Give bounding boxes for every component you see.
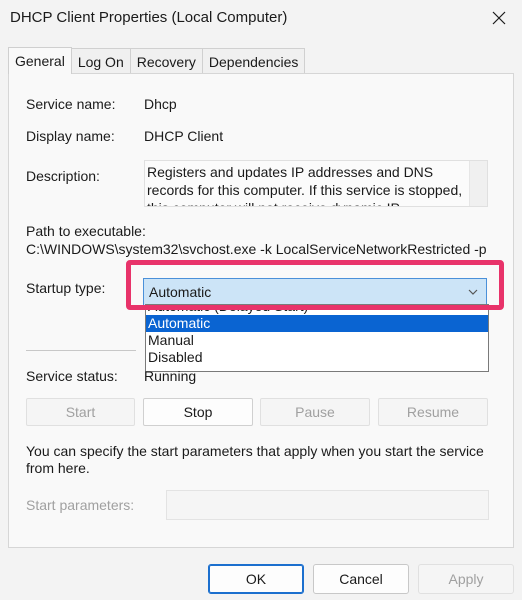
highlight-box [126,260,504,310]
resume-button[interactable]: Resume [378,398,488,426]
description-label: Description: [26,168,100,184]
display-name-label: Display name: [26,128,115,144]
display-name-value: DHCP Client [144,128,224,144]
apply-button[interactable]: Apply [418,564,514,594]
stop-button[interactable]: Stop [143,398,253,426]
service-name-label: Service name: [26,96,116,112]
option-disabled[interactable]: Disabled [146,349,488,366]
tab-recovery[interactable]: Recovery [129,48,203,74]
start-params-input[interactable] [166,490,489,520]
service-status-value: Running [144,368,197,384]
service-name-value: Dhcp [144,96,177,112]
startup-type-listbox[interactable]: Automatic (Delayed Start) Automatic Manu… [145,304,489,372]
general-panel: Service name: Dhcp Display name: DHCP Cl… [8,73,514,548]
description-text: Registers and updates IP addresses and D… [147,164,463,206]
ok-button[interactable]: OK [208,564,304,594]
path-value: C:\WINDOWS\system32\svchost.exe -k Local… [26,241,487,257]
startup-type-label: Startup type: [26,280,106,296]
separator [26,350,136,351]
start-button[interactable]: Start [26,398,135,426]
option-manual[interactable]: Manual [146,332,488,349]
tab-general[interactable]: General [8,47,72,74]
window-title: DHCP Client Properties (Local Computer) [10,9,288,26]
service-status-label: Service status: [26,368,118,384]
cancel-button[interactable]: Cancel [313,564,409,594]
tab-dependencies[interactable]: Dependencies [201,48,306,74]
path-label: Path to executable: [26,223,146,239]
description-scrollbar[interactable] [469,161,487,206]
pause-button[interactable]: Pause [260,398,370,426]
close-icon [492,11,506,25]
start-params-label: Start parameters: [26,497,135,513]
title-bar: DHCP Client Properties (Local Computer) [0,0,522,38]
option-automatic[interactable]: Automatic [146,315,488,332]
tab-strip: General Log On Recovery Dependencies [8,47,306,74]
close-button[interactable] [476,0,522,36]
description-textbox[interactable]: Registers and updates IP addresses and D… [144,160,488,207]
properties-dialog: DHCP Client Properties (Local Computer) … [0,0,522,600]
start-params-help: You can specify the start parameters tha… [26,443,484,476]
tab-log-on[interactable]: Log On [70,48,131,74]
